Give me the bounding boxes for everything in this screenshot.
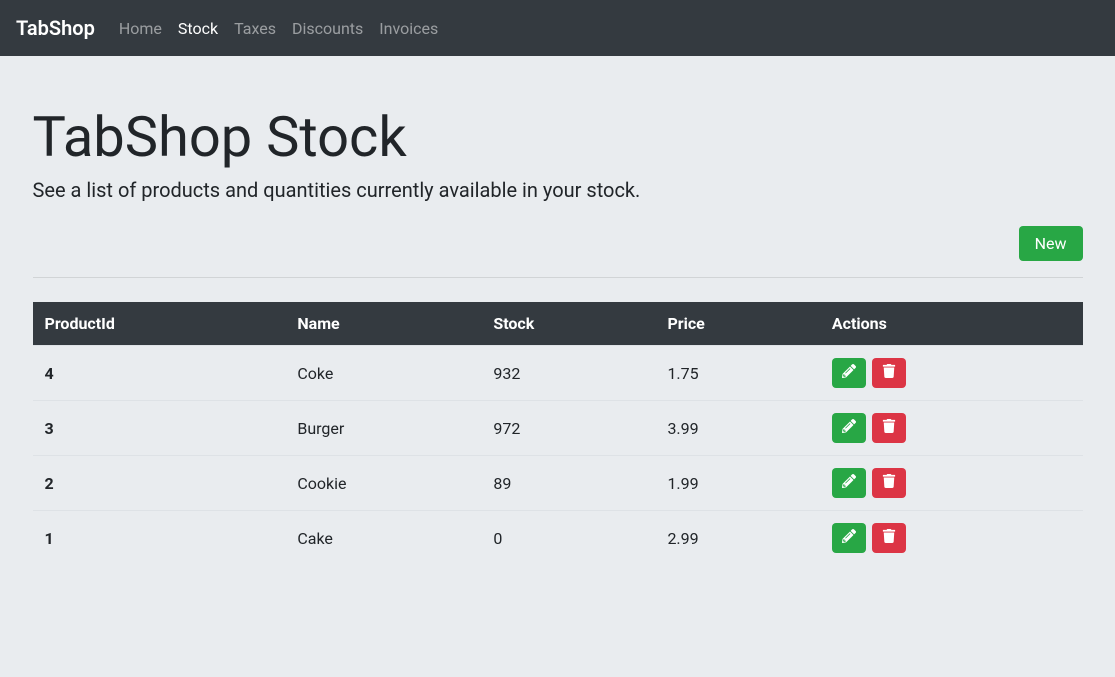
header-price: Price: [655, 302, 819, 346]
cell-productid: 4: [33, 346, 286, 401]
cell-productid: 3: [33, 401, 286, 456]
edit-button[interactable]: [832, 523, 866, 553]
nav-link-stock[interactable]: Stock: [170, 11, 226, 46]
table-row: 2Cookie891.99: [33, 456, 1083, 511]
nav-link-discounts[interactable]: Discounts: [284, 11, 371, 46]
table-body: 4Coke9321.753Burger9723.992Cookie891.991…: [33, 346, 1083, 566]
header-name: Name: [285, 302, 481, 346]
new-button-row: New: [33, 226, 1083, 261]
trash-icon: [882, 364, 896, 382]
edit-button[interactable]: [832, 358, 866, 388]
header-actions: Actions: [820, 302, 1083, 346]
edit-button[interactable]: [832, 413, 866, 443]
edit-icon: [842, 364, 856, 382]
trash-icon: [882, 474, 896, 492]
cell-price: 1.99: [655, 456, 819, 511]
cell-name: Cake: [285, 511, 481, 566]
table-header: ProductId Name Stock Price Actions: [33, 302, 1083, 346]
nav-link-invoices[interactable]: Invoices: [371, 11, 446, 46]
nav-link-taxes[interactable]: Taxes: [226, 11, 284, 46]
cell-stock: 932: [481, 346, 655, 401]
edit-button[interactable]: [832, 468, 866, 498]
action-group: [832, 358, 1071, 388]
page-subtitle: See a list of products and quantities cu…: [33, 178, 1083, 202]
delete-button[interactable]: [872, 413, 906, 443]
cell-name: Coke: [285, 346, 481, 401]
table-row: 1Cake02.99: [33, 511, 1083, 566]
header-productid: ProductId: [33, 302, 286, 346]
divider: [33, 277, 1083, 278]
action-group: [832, 413, 1071, 443]
table-row: 4Coke9321.75: [33, 346, 1083, 401]
cell-stock: 972: [481, 401, 655, 456]
cell-stock: 0: [481, 511, 655, 566]
cell-actions: [820, 401, 1083, 456]
navbar: TabShop HomeStockTaxesDiscountsInvoices: [0, 0, 1115, 56]
cell-price: 2.99: [655, 511, 819, 566]
trash-icon: [882, 419, 896, 437]
delete-button[interactable]: [872, 523, 906, 553]
table-row: 3Burger9723.99: [33, 401, 1083, 456]
new-button[interactable]: New: [1019, 226, 1083, 261]
cell-actions: [820, 456, 1083, 511]
main-container: TabShop Stock See a list of products and…: [33, 56, 1083, 565]
action-group: [832, 468, 1071, 498]
cell-name: Cookie: [285, 456, 481, 511]
navbar-brand[interactable]: TabShop: [16, 16, 95, 40]
edit-icon: [842, 474, 856, 492]
cell-productid: 2: [33, 456, 286, 511]
cell-productid: 1: [33, 511, 286, 566]
trash-icon: [882, 529, 896, 547]
delete-button[interactable]: [872, 358, 906, 388]
cell-price: 1.75: [655, 346, 819, 401]
nav-link-home[interactable]: Home: [111, 11, 170, 46]
cell-price: 3.99: [655, 401, 819, 456]
cell-name: Burger: [285, 401, 481, 456]
edit-icon: [842, 419, 856, 437]
edit-icon: [842, 529, 856, 547]
navbar-nav: HomeStockTaxesDiscountsInvoices: [111, 19, 446, 38]
stock-table: ProductId Name Stock Price Actions 4Coke…: [33, 302, 1083, 565]
action-group: [832, 523, 1071, 553]
cell-stock: 89: [481, 456, 655, 511]
cell-actions: [820, 511, 1083, 566]
delete-button[interactable]: [872, 468, 906, 498]
header-stock: Stock: [481, 302, 655, 346]
page-title: TabShop Stock: [33, 104, 1083, 170]
cell-actions: [820, 346, 1083, 401]
